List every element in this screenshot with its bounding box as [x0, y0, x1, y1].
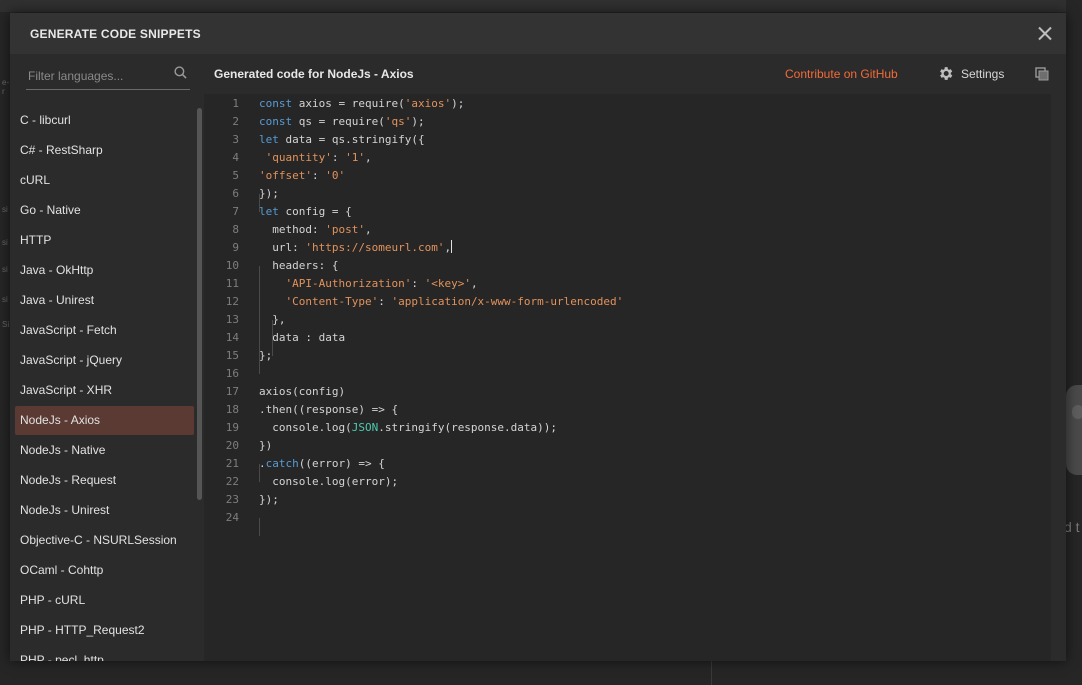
line-number: 11 [225, 277, 239, 290]
line-number: 6 [232, 187, 239, 200]
line-number: 24 [225, 511, 239, 524]
code-line: data : data [259, 331, 346, 344]
language-item[interactable]: NodeJs - Unirest [15, 496, 194, 525]
language-item[interactable]: JavaScript - Fetch [15, 316, 194, 345]
gear-icon [940, 67, 953, 80]
code-line: }); [259, 493, 279, 506]
backdrop-right-panel [1066, 0, 1082, 685]
language-item[interactable]: JavaScript - jQuery [15, 346, 194, 375]
line-number: 18 [225, 403, 239, 416]
close-icon[interactable] [1034, 23, 1056, 45]
line-number: 14 [225, 331, 239, 344]
copy-icon[interactable] [1035, 67, 1049, 81]
language-item[interactable]: cURL [15, 166, 194, 195]
backdrop-fragment: si [2, 265, 8, 274]
code-panel: Generated code for NodeJs - Axios Contri… [204, 54, 1066, 661]
language-item[interactable]: OCaml - Cohttp [15, 556, 194, 585]
settings-label: Settings [961, 67, 1005, 81]
backdrop-right-text: d t [1064, 519, 1080, 535]
code-line: }); [259, 187, 279, 200]
language-sidebar: C - libcurlC# - RestSharpcURLGo - Native… [10, 54, 204, 661]
filter-field [26, 63, 190, 90]
language-item[interactable]: NodeJs - Request [15, 466, 194, 495]
language-item[interactable]: JavaScript - XHR [15, 376, 194, 405]
line-number: 23 [225, 493, 239, 506]
line-number: 10 [225, 259, 239, 272]
line-number: 12 [225, 295, 239, 308]
line-number: 7 [232, 205, 239, 218]
language-item[interactable]: NodeJs - Native [15, 436, 194, 465]
line-number: 20 [225, 439, 239, 452]
line-number: 22 [225, 475, 239, 488]
code-line: axios(config) [259, 385, 346, 398]
backdrop-left-fragments: e-r si si si si Si [0, 60, 10, 360]
code-line: let data = qs.stringify({ [259, 133, 425, 146]
modal-header: GENERATE CODE SNIPPETS [10, 13, 1066, 54]
code-editor[interactable]: 1 2 3 4 5 6 7 8 9 10 11 12 13 14 15 16 17 18 19 20 21 22 23 24 … [204, 94, 1051, 661]
code-toolbar: Generated code for NodeJs - Axios Contri… [204, 54, 1066, 92]
line-number: 21 [225, 457, 239, 470]
backdrop-illustration [1066, 385, 1082, 475]
language-item[interactable]: NodeJs - Axios [15, 406, 194, 435]
language-item[interactable]: Go - Native [15, 196, 194, 225]
line-number: 1 [232, 97, 239, 110]
backdrop-fragment: si [2, 238, 8, 247]
code-line: 'Content-Type': 'application/x-www-form-… [285, 295, 624, 308]
line-number: 3 [232, 133, 239, 146]
language-item[interactable]: Java - Unirest [15, 286, 194, 315]
code-line: 'API-Authorization': '<key>', [285, 277, 478, 290]
code-line: 'offset': '0' [259, 169, 346, 182]
language-item[interactable]: PHP - cURL [15, 586, 194, 615]
filter-languages-input[interactable] [26, 65, 160, 87]
line-number: 8 [232, 223, 239, 236]
code-line: console.log(error); [259, 475, 399, 488]
line-number: 4 [232, 151, 239, 164]
sidebar-scrollbar[interactable] [197, 108, 202, 500]
search-icon[interactable] [174, 66, 187, 79]
backdrop-illustration-detail [1072, 405, 1082, 419]
language-item[interactable]: PHP - HTTP_Request2 [15, 616, 194, 645]
text-cursor [451, 240, 453, 253]
backdrop-fragment: si [2, 205, 8, 214]
backdrop-fragment: e-r [2, 78, 10, 96]
code-line: console.log(JSON.stringify(response.data… [259, 421, 558, 434]
code-line: headers: { [259, 259, 339, 272]
line-number: 5 [232, 169, 239, 182]
backdrop-topbar [0, 0, 1082, 12]
language-list: C - libcurl C# - RestSharp cURL Go - Native… [10, 106, 200, 661]
language-item[interactable]: Java - OkHttp [15, 256, 194, 285]
code-line: }; [259, 349, 273, 362]
line-number: 16 [225, 367, 239, 380]
language-item[interactable]: C - libcurl [15, 106, 194, 135]
line-number: 9 [232, 241, 239, 254]
language-item[interactable]: C# - RestSharp [15, 136, 194, 165]
code-line: let config = { [259, 205, 352, 218]
code-line: .then((response) => { [259, 403, 399, 416]
line-number: 17 [225, 385, 239, 398]
line-number: 19 [225, 421, 239, 434]
indent-guide [259, 518, 260, 536]
backdrop-fragment: si [2, 295, 8, 304]
code-line: url: 'https://someurl.com', [259, 240, 453, 254]
code-line: }) [259, 439, 273, 452]
generate-code-modal: GENERATE CODE SNIPPETS C - libcurlC# - R… [10, 13, 1066, 661]
modal-title: GENERATE CODE SNIPPETS [30, 27, 201, 41]
language-item[interactable]: HTTP [15, 226, 194, 255]
code-line: const axios = require('axios'); [259, 97, 465, 110]
code-line: method: 'post', [259, 223, 372, 236]
backdrop-vertical-line [711, 661, 712, 685]
backdrop-fragment: Si [2, 320, 10, 329]
code-line: 'quantity': '1', [265, 151, 372, 164]
code-line: }, [259, 313, 286, 326]
language-item[interactable]: PHP - pecl_http [15, 646, 194, 661]
contribute-github-link[interactable]: Contribute on GitHub [785, 67, 898, 81]
language-item[interactable]: Objective-C - NSURLSession [15, 526, 194, 555]
code-line: const qs = require('qs'); [259, 115, 425, 128]
code-heading: Generated code for NodeJs - Axios [214, 67, 414, 81]
line-number: 2 [232, 115, 239, 128]
code-line: .catch((error) => { [259, 457, 385, 470]
editor-scrollbar[interactable] [1051, 94, 1066, 661]
line-number: 13 [225, 313, 239, 326]
line-number: 15 [225, 349, 239, 362]
